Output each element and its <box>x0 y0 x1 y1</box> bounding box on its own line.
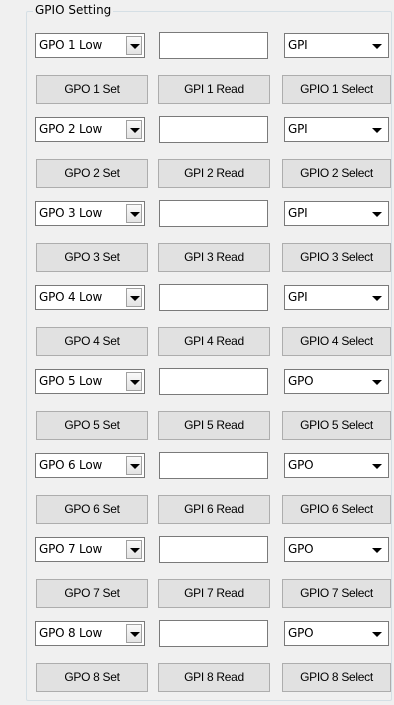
gpo-level-value: GPO 2 Low <box>39 122 103 136</box>
gpo-level-value: GPO 4 Low <box>39 290 103 304</box>
gpio-4-select-button[interactable]: GPIO 4 Select <box>282 327 391 356</box>
gpio-mode-value: GPI <box>288 122 308 136</box>
chevron-down-icon[interactable] <box>368 456 384 475</box>
gpi-3-value-field[interactable] <box>159 200 268 227</box>
gpi-1-value-field[interactable] <box>159 32 268 59</box>
chevron-down-icon[interactable] <box>126 204 142 223</box>
gpo-6-level-select[interactable]: GPO 6 Low <box>35 453 145 478</box>
gpio-3-select-button[interactable]: GPIO 3 Select <box>282 243 391 272</box>
chevron-down-icon[interactable] <box>126 120 142 139</box>
chevron-down-icon[interactable] <box>368 120 384 139</box>
gpio-8-mode-select[interactable]: GPO <box>284 621 389 646</box>
gpi-5-value-field[interactable] <box>159 368 268 395</box>
gpio-2-mode-select[interactable]: GPI <box>284 117 389 142</box>
gpi-7-value-field[interactable] <box>159 536 268 563</box>
chevron-down-icon[interactable] <box>368 540 384 559</box>
gpio-mode-value: GPO <box>288 458 314 472</box>
gpio-mode-value: GPO <box>288 542 314 556</box>
gpo-5-level-select[interactable]: GPO 5 Low <box>35 369 145 394</box>
chevron-down-icon[interactable] <box>368 372 384 391</box>
gpo-level-value: GPO 5 Low <box>39 374 103 388</box>
chevron-down-icon[interactable] <box>126 36 142 55</box>
group-title: GPIO Setting <box>33 2 114 18</box>
gpio-6-mode-select[interactable]: GPO <box>284 453 389 478</box>
gpio-6-select-button[interactable]: GPIO 6 Select <box>282 495 391 524</box>
gpio-2-select-button[interactable]: GPIO 2 Select <box>282 159 391 188</box>
gpio-mode-value: GPO <box>288 626 314 640</box>
gpio-mode-value: GPI <box>288 38 308 52</box>
gpio-3-mode-select[interactable]: GPI <box>284 201 389 226</box>
gpo-3-set-button[interactable]: GPO 3 Set <box>36 243 148 272</box>
gpo-3-level-select[interactable]: GPO 3 Low <box>35 201 145 226</box>
gpio-7-mode-select[interactable]: GPO <box>284 537 389 562</box>
gpio-mode-value: GPO <box>288 374 314 388</box>
gpio-1-select-button[interactable]: GPIO 1 Select <box>282 75 391 104</box>
chevron-down-icon[interactable] <box>126 540 142 559</box>
gpo-2-level-select[interactable]: GPO 2 Low <box>35 117 145 142</box>
gpo-level-value: GPO 3 Low <box>39 206 103 220</box>
gpo-7-set-button[interactable]: GPO 7 Set <box>36 579 148 608</box>
chevron-down-icon[interactable] <box>368 624 384 643</box>
gpi-2-value-field[interactable] <box>159 116 268 143</box>
gpi-3-read-button[interactable]: GPI 3 Read <box>158 243 270 272</box>
gpo-4-level-select[interactable]: GPO 4 Low <box>35 285 145 310</box>
gpo-8-level-select[interactable]: GPO 8 Low <box>35 621 145 646</box>
gpi-4-value-field[interactable] <box>159 284 268 311</box>
gpio-4-mode-select[interactable]: GPI <box>284 285 389 310</box>
chevron-down-icon[interactable] <box>368 288 384 307</box>
chevron-down-icon[interactable] <box>368 36 384 55</box>
gpio-8-select-button[interactable]: GPIO 8 Select <box>282 663 391 692</box>
gpo-1-set-button[interactable]: GPO 1 Set <box>36 75 148 104</box>
chevron-down-icon[interactable] <box>126 372 142 391</box>
gpo-level-value: GPO 6 Low <box>39 458 103 472</box>
chevron-down-icon[interactable] <box>126 624 142 643</box>
gpio-mode-value: GPI <box>288 290 308 304</box>
chevron-down-icon[interactable] <box>126 456 142 475</box>
chevron-down-icon[interactable] <box>368 204 384 223</box>
gpo-1-level-select[interactable]: GPO 1 Low <box>35 33 145 58</box>
gpi-1-read-button[interactable]: GPI 1 Read <box>158 75 270 104</box>
gpi-7-read-button[interactable]: GPI 7 Read <box>158 579 270 608</box>
gpi-5-read-button[interactable]: GPI 5 Read <box>158 411 270 440</box>
gpio-5-select-button[interactable]: GPIO 5 Select <box>282 411 391 440</box>
gpo-7-level-select[interactable]: GPO 7 Low <box>35 537 145 562</box>
gpo-level-value: GPO 1 Low <box>39 38 103 52</box>
gpo-4-set-button[interactable]: GPO 4 Set <box>36 327 148 356</box>
gpi-6-read-button[interactable]: GPI 6 Read <box>158 495 270 524</box>
chevron-down-icon[interactable] <box>126 288 142 307</box>
gpo-8-set-button[interactable]: GPO 8 Set <box>36 663 148 692</box>
gpi-8-read-button[interactable]: GPI 8 Read <box>158 663 270 692</box>
gpio-7-select-button[interactable]: GPIO 7 Select <box>282 579 391 608</box>
gpo-level-value: GPO 8 Low <box>39 626 103 640</box>
gpio-1-mode-select[interactable]: GPI <box>284 33 389 58</box>
gpo-2-set-button[interactable]: GPO 2 Set <box>36 159 148 188</box>
gpo-level-value: GPO 7 Low <box>39 542 103 556</box>
gpi-2-read-button[interactable]: GPI 2 Read <box>158 159 270 188</box>
gpio-mode-value: GPI <box>288 206 308 220</box>
gpi-6-value-field[interactable] <box>159 452 268 479</box>
gpio-5-mode-select[interactable]: GPO <box>284 369 389 394</box>
gpo-5-set-button[interactable]: GPO 5 Set <box>36 411 148 440</box>
gpo-6-set-button[interactable]: GPO 6 Set <box>36 495 148 524</box>
gpi-4-read-button[interactable]: GPI 4 Read <box>158 327 270 356</box>
gpi-8-value-field[interactable] <box>159 620 268 647</box>
